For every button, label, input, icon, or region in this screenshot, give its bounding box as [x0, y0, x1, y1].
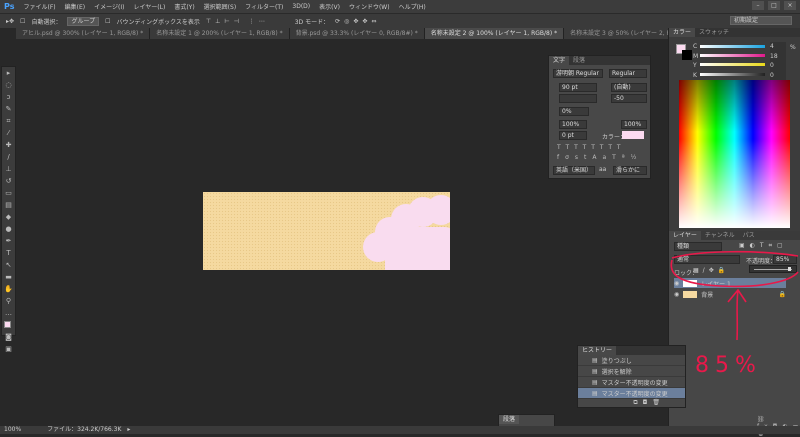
annotation-text: 85% [695, 353, 762, 378]
annotation-ellipse [670, 250, 799, 288]
annotation-arrow [727, 288, 747, 341]
red-annotation: 85% [670, 250, 799, 378]
